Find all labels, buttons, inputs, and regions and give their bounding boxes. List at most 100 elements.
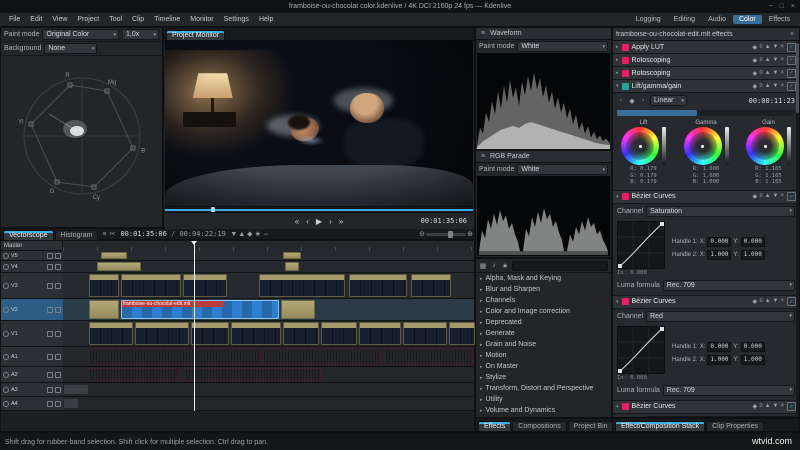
effect-category[interactable]: ▸ Transform, Distort and Perspective [476, 383, 611, 394]
timeline-clip[interactable] [185, 368, 321, 381]
menu-edit[interactable]: Edit [25, 16, 47, 23]
track-lock-icon[interactable] [55, 306, 61, 313]
effect-category[interactable]: ▸ Channels [476, 295, 611, 306]
presets-icon[interactable]: ≡ [759, 403, 763, 410]
timeline-clip[interactable] [101, 252, 127, 259]
effect-category[interactable]: ▸ Volume and Dynamics [476, 405, 611, 416]
move-down-icon[interactable]: ▼ [773, 57, 779, 64]
menu-project[interactable]: Project [72, 16, 104, 23]
keyframe-icon[interactable]: ◆ [752, 298, 757, 305]
presets-icon[interactable]: ≡ [759, 193, 763, 200]
effect-category[interactable]: ▸ Motion [476, 350, 611, 361]
monitor-timecode[interactable]: 00:01:35:06 [421, 217, 467, 225]
effect-header[interactable]: ▾ Lift/gamma/gain ◆ ≡ ▲ ▼ × ✓ [613, 80, 799, 93]
menu-file[interactable]: File [4, 16, 25, 23]
move-up-icon[interactable]: ▲ [765, 298, 771, 305]
move-up-icon[interactable]: ▲ [765, 83, 771, 90]
timeline-clip[interactable] [285, 262, 299, 271]
collapse-icon[interactable]: ▸ [616, 57, 619, 63]
move-up-icon[interactable]: ▲ [765, 44, 771, 51]
timeline-clip[interactable] [89, 348, 261, 365]
keyframe-icon[interactable]: ◆ [752, 57, 757, 64]
skip-end-button[interactable]: » [339, 217, 343, 226]
track-v5[interactable] [63, 251, 474, 261]
delete-icon[interactable]: × [780, 403, 784, 410]
keyframe-icon[interactable]: ◆ [752, 403, 757, 410]
track-header-a2[interactable]: A2 [1, 367, 63, 383]
effect-enable-checkbox[interactable]: ✓ [787, 192, 796, 201]
workspace-effects[interactable]: Effects [763, 15, 796, 24]
timeline-clip[interactable] [63, 384, 89, 395]
effect-category[interactable]: ▸ On Master [476, 361, 611, 372]
move-up-icon[interactable]: ▲ [765, 70, 771, 77]
timeline-clip[interactable]: framboise-ou-chocolat-edit.mlt [121, 300, 279, 319]
timeline-playhead[interactable] [191, 241, 197, 411]
track-target-icon[interactable] [3, 371, 9, 378]
effect-enable-checkbox[interactable]: ✓ [787, 55, 796, 65]
effect-enable-checkbox[interactable]: ✓ [787, 68, 796, 78]
insert-zone-icon[interactable]: ▼ [230, 230, 238, 239]
tab-compositions[interactable]: Compositions [512, 421, 567, 431]
video-effects-icon[interactable]: ▦ [479, 261, 487, 270]
effect-enable-checkbox[interactable]: ✓ [787, 42, 796, 52]
track-target-icon[interactable] [3, 252, 9, 259]
track-header-v3[interactable]: V3 [1, 273, 63, 299]
curve-editor[interactable] [617, 220, 665, 269]
effect-category[interactable]: ▸ Generate [476, 328, 611, 339]
tab-effects[interactable]: Effects [478, 421, 512, 431]
timeline-clip[interactable] [359, 322, 401, 345]
track-a3[interactable] [63, 383, 474, 397]
wheel-slider[interactable] [724, 127, 729, 165]
timeline-clip[interactable] [349, 274, 407, 297]
track-mute-icon[interactable] [47, 263, 53, 270]
timeline-clip[interactable] [89, 368, 179, 381]
keyframe-icon[interactable]: ◆ [752, 44, 757, 51]
keyframe-timecode[interactable]: 00:00:11:23 [749, 97, 795, 105]
track-target-icon[interactable] [3, 353, 9, 360]
track-header-v2[interactable]: V2 [1, 299, 63, 321]
frame-back-button[interactable]: ‹ [306, 217, 309, 226]
timeline-clip[interactable] [231, 322, 281, 345]
background-select[interactable]: None ▾ [44, 43, 98, 54]
color-wheel[interactable] [746, 127, 784, 165]
handle-y-value[interactable]: 1.000 [740, 354, 765, 365]
menu-monitor[interactable]: Monitor [185, 16, 218, 23]
handle-x-value[interactable]: 1.000 [707, 354, 732, 365]
move-down-icon[interactable]: ▼ [773, 193, 779, 200]
handle-y-value[interactable]: 0.000 [740, 341, 765, 352]
handle-x-value[interactable]: 1.000 [707, 249, 732, 260]
tab-vectorscope[interactable]: Vectorscope [3, 229, 54, 240]
keyframe-icon[interactable]: ◆ [752, 83, 757, 90]
track-lock-icon[interactable] [55, 330, 61, 337]
track-a4[interactable] [63, 397, 474, 411]
handle-x-value[interactable]: 0.000 [707, 341, 732, 352]
delete-icon[interactable]: × [780, 44, 784, 51]
delete-icon[interactable]: × [780, 83, 784, 90]
tab-histogram[interactable]: Histogram [54, 229, 99, 240]
delete-icon[interactable]: × [780, 57, 784, 64]
track-mute-icon[interactable] [47, 386, 53, 393]
color-wheel[interactable] [621, 127, 659, 165]
track-lock-icon[interactable] [55, 282, 61, 289]
zoom-out-icon[interactable]: ⊖ [418, 230, 426, 239]
timeline-clip[interactable] [63, 398, 79, 409]
track-lock-icon[interactable] [55, 371, 61, 378]
collapse-icon[interactable]: ▾ [616, 83, 619, 89]
menu-clip[interactable]: Clip [127, 16, 149, 23]
frame-forward-button[interactable]: › [329, 217, 332, 226]
track-target-icon[interactable] [3, 263, 9, 270]
timeline-clip[interactable] [403, 322, 447, 345]
collapse-icon[interactable]: ▾ [616, 299, 619, 305]
effects-search-input[interactable] [512, 260, 608, 271]
track-lock-icon[interactable] [55, 252, 61, 259]
move-down-icon[interactable]: ▼ [773, 83, 779, 90]
collapse-icon[interactable]: ▸ [616, 70, 619, 76]
parade-paint-select[interactable]: White ▾ [517, 164, 608, 175]
timeline-clip[interactable] [385, 348, 473, 365]
track-mute-icon[interactable] [47, 306, 53, 313]
skip-start-button[interactable]: « [295, 217, 299, 226]
timeline-clip[interactable] [89, 322, 133, 345]
next-keyframe-icon[interactable]: › [639, 96, 647, 105]
handle-y-value[interactable]: 1.000 [740, 249, 765, 260]
track-v2[interactable]: framboise-ou-chocolat-edit.mlt [63, 299, 474, 321]
